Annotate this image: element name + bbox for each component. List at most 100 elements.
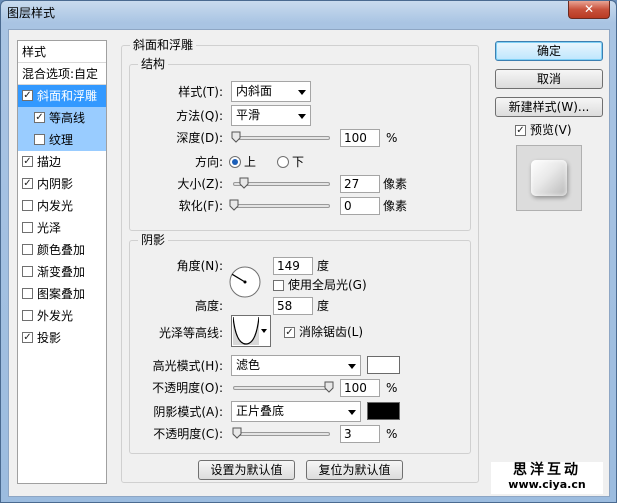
shadow-opacity-label: 不透明度(C):	[153, 427, 223, 441]
title-bar[interactable]: 图层样式 ✕	[1, 1, 616, 23]
style-checkbox[interactable]: ✓	[22, 90, 33, 101]
dialog-body: 样式 混合选项:自定 ✓ 斜面和浮雕 ✓ 等高线纹理 ✓ 描边 ✓ 内阴影内发光 光泽 颜色叠加渐…	[8, 29, 610, 497]
structure-group: 结构 样式(T): 内斜面 方法(Q): 平滑 深度(D): 100 % 方向:	[129, 57, 471, 231]
chevron-down-icon	[348, 410, 356, 415]
direction-down-radio[interactable]	[277, 156, 289, 168]
global-light-checkbox[interactable]	[273, 280, 284, 291]
style-checkbox[interactable]	[22, 288, 33, 299]
ok-button[interactable]: 确定	[495, 41, 603, 61]
chevron-down-icon	[298, 90, 306, 95]
highlight-opacity-slider[interactable]	[233, 381, 334, 393]
direction-up-radio[interactable]	[229, 156, 241, 168]
style-list-item[interactable]: 光泽	[18, 217, 106, 239]
style-checkbox[interactable]	[34, 134, 45, 145]
highlight-mode-select[interactable]: 滤色	[231, 355, 361, 376]
technique-value: 平滑	[236, 108, 261, 122]
method-label: 方法(Q):	[176, 109, 223, 123]
style-checkbox[interactable]	[22, 244, 33, 255]
style-checkbox[interactable]	[22, 200, 33, 211]
style-checkbox[interactable]: ✓	[22, 178, 33, 189]
altitude-label: 高度:	[194, 299, 223, 313]
style-list-item[interactable]: ✓ 内阴影	[18, 173, 106, 195]
contour-curve-icon	[233, 317, 259, 345]
gloss-contour-picker[interactable]	[231, 315, 271, 347]
shadow-opacity-input[interactable]: 3	[340, 425, 380, 443]
new-style-button[interactable]: 新建样式(W)...	[495, 97, 603, 117]
style-label: 样式(T):	[178, 85, 223, 99]
shadow-mode-select[interactable]: 正片叠底	[231, 401, 361, 422]
size-slider[interactable]	[233, 177, 330, 189]
structure-title: 结构	[138, 57, 169, 71]
style-list-label: 描边	[37, 155, 62, 169]
style-list-item[interactable]: ✓ 斜面和浮雕	[18, 85, 106, 107]
shading-group: 阴影 角度(N): 149 度 使用全局光(G) 高度: 58 度 光泽等高线:	[129, 233, 471, 454]
bevel-emboss-title: 斜面和浮雕	[130, 38, 197, 52]
style-list-item[interactable]: ✓ 投影	[18, 327, 106, 349]
blending-options-item[interactable]: 混合选项:自定	[18, 63, 106, 85]
style-list-item[interactable]: ✓ 等高线	[18, 107, 106, 129]
style-list-item[interactable]: 图案叠加	[18, 283, 106, 305]
preview-bevel-tile	[531, 160, 567, 196]
style-preview-swatch	[516, 145, 582, 211]
soften-slider[interactable]	[229, 199, 330, 211]
slider-thumb[interactable]	[231, 131, 241, 143]
direction-label: 方向:	[194, 155, 223, 169]
style-list-item[interactable]: ✓ 描边	[18, 151, 106, 173]
highlight-mode-value: 滤色	[236, 358, 261, 372]
close-icon: ✕	[583, 2, 595, 16]
style-checkbox[interactable]: ✓	[22, 156, 33, 167]
bevel-style-select[interactable]: 内斜面	[231, 81, 311, 102]
gloss-contour-label: 光泽等高线:	[158, 326, 223, 340]
depth-label: 深度(D):	[176, 131, 223, 145]
watermark-title: 思洋互动	[513, 462, 581, 478]
shadow-color-swatch[interactable]	[367, 402, 400, 420]
highlight-opacity-label: 不透明度(O):	[152, 381, 223, 395]
make-default-button[interactable]: 设置为默认值	[198, 460, 295, 480]
style-checkbox[interactable]	[22, 310, 33, 321]
watermark-url: www.ciya.cn	[508, 478, 586, 491]
highlight-mode-label: 高光模式(H):	[152, 359, 223, 373]
style-checkbox[interactable]	[22, 266, 33, 277]
soften-input[interactable]: 0	[340, 197, 380, 215]
style-checkbox[interactable]	[22, 222, 33, 233]
style-list-label: 内阴影	[37, 177, 74, 191]
depth-unit: %	[386, 131, 398, 145]
style-list-item[interactable]: 渐变叠加	[18, 261, 106, 283]
slider-thumb[interactable]	[239, 177, 249, 189]
angle-label: 角度(N):	[176, 259, 223, 273]
altitude-input[interactable]: 58	[273, 297, 313, 315]
highlight-color-swatch[interactable]	[367, 356, 400, 374]
style-list-label: 斜面和浮雕	[37, 89, 98, 103]
style-list-item[interactable]: 外发光	[18, 305, 106, 327]
style-checkbox[interactable]: ✓	[22, 332, 33, 343]
chevron-down-icon	[298, 114, 306, 119]
soften-label: 软化(F):	[178, 199, 223, 213]
style-list-item[interactable]: 纹理	[18, 129, 106, 151]
style-list-label: 等高线	[49, 111, 86, 125]
slider-thumb[interactable]	[324, 381, 334, 393]
style-list: 样式 混合选项:自定 ✓ 斜面和浮雕 ✓ 等高线纹理 ✓ 描边 ✓ 内阴影内发光 光泽 颜色叠加渐…	[17, 40, 107, 484]
shadow-opacity-slider[interactable]	[232, 427, 330, 439]
window-title: 图层样式	[7, 6, 56, 20]
depth-input[interactable]: 100	[340, 129, 380, 147]
preview-checkbox[interactable]: ✓	[515, 125, 526, 136]
cancel-button[interactable]: 取消	[495, 69, 603, 89]
reset-default-button[interactable]: 复位为默认值	[306, 460, 403, 480]
style-list-item[interactable]: 颜色叠加	[18, 239, 106, 261]
style-list-item[interactable]: 内发光	[18, 195, 106, 217]
depth-slider[interactable]	[231, 131, 330, 143]
styles-header[interactable]: 样式	[18, 41, 106, 63]
technique-select[interactable]: 平滑	[231, 105, 311, 126]
direction-down-label: 下	[292, 155, 305, 169]
anti-aliased-checkbox[interactable]: ✓	[284, 327, 295, 338]
angle-input[interactable]: 149	[273, 257, 313, 275]
slider-thumb[interactable]	[232, 427, 242, 439]
style-list-label: 图案叠加	[37, 287, 86, 301]
size-input[interactable]: 27	[340, 175, 380, 193]
highlight-opacity-input[interactable]: 100	[340, 379, 380, 397]
style-checkbox[interactable]: ✓	[34, 112, 45, 123]
style-list-label: 外发光	[37, 309, 74, 323]
slider-thumb[interactable]	[229, 199, 239, 211]
angle-dial[interactable]	[229, 266, 261, 298]
close-button[interactable]: ✕	[568, 1, 610, 19]
